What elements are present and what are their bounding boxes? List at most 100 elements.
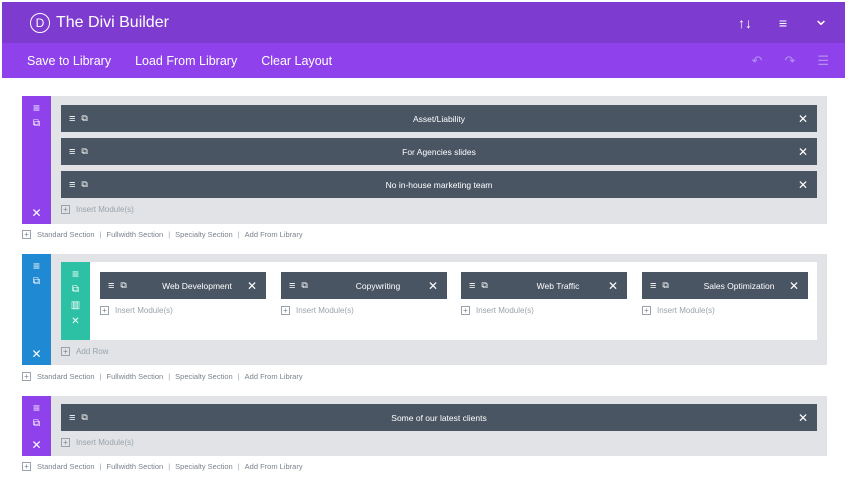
section-handle[interactable]: ≡ ⧉ ✕ xyxy=(22,396,51,456)
insert-modules-button[interactable]: + Insert Module(s) xyxy=(61,205,134,214)
columns-icon[interactable]: ▥ xyxy=(71,300,80,312)
copy-icon[interactable]: ⧉ xyxy=(120,280,126,291)
module-title: Copywriting xyxy=(355,280,401,291)
insert-modules-label: Insert Module(s) xyxy=(76,205,134,214)
hamburger-icon[interactable]: ≡ xyxy=(289,280,295,292)
specialty-section-link[interactable]: Specialty Section xyxy=(175,230,233,239)
close-icon[interactable]: ✕ xyxy=(31,206,41,220)
builder-toolbar: Save to Library Load From Library Clear … xyxy=(2,43,845,78)
insert-modules-button[interactable]: + Insert Module(s) xyxy=(642,306,715,315)
add-from-library-link[interactable]: Add From Library xyxy=(245,372,303,381)
module-title: Web Development xyxy=(162,280,232,291)
module-title: Some of our latest clients xyxy=(391,412,487,423)
module-bar[interactable]: ≡ ⧉ Web Development ✕ xyxy=(100,272,266,299)
insert-modules-button[interactable]: + Insert Module(s) xyxy=(61,438,134,447)
copy-icon[interactable]: ⧉ xyxy=(481,280,487,291)
insert-modules-button[interactable]: + Insert Module(s) xyxy=(281,306,354,315)
hamburger-icon[interactable]: ≡ xyxy=(469,280,475,292)
hamburger-icon[interactable]: ≡ xyxy=(69,412,75,424)
standard-section-link[interactable]: Standard Section xyxy=(37,372,95,381)
specialty-section-link[interactable]: Specialty Section xyxy=(175,372,233,381)
section-links: + Standard Section | Fullwidth Section |… xyxy=(22,372,303,381)
plus-icon: + xyxy=(461,306,470,315)
copy-icon[interactable]: ⧉ xyxy=(33,118,40,130)
insert-modules-button[interactable]: + Insert Module(s) xyxy=(461,306,534,315)
close-icon[interactable]: ✕ xyxy=(71,316,79,328)
hamburger-icon[interactable]: ≡ xyxy=(69,179,75,191)
copy-icon[interactable]: ⧉ xyxy=(33,418,40,430)
copy-icon[interactable]: ⧉ xyxy=(81,179,87,190)
section-handle[interactable]: ≡ ⧉ ✕ xyxy=(22,96,51,224)
hamburger-icon[interactable]: ≡ xyxy=(33,260,40,272)
row: ≡ ⧉ ▥ ✕ ≡ ⧉ Web Development ✕ ≡ ⧉ Copywr… xyxy=(61,262,817,340)
module-title: Web Traffic xyxy=(536,280,580,291)
menu-icon[interactable]: ≡ xyxy=(775,15,791,31)
insert-modules-label: Insert Module(s) xyxy=(476,306,534,315)
close-icon[interactable]: ✕ xyxy=(247,279,257,293)
history-icon[interactable]: ☰ xyxy=(817,53,829,69)
plus-icon: + xyxy=(22,372,31,381)
specialty-section-link[interactable]: Specialty Section xyxy=(175,462,233,471)
plus-icon: + xyxy=(61,347,70,356)
copy-icon[interactable]: ⧉ xyxy=(662,280,668,291)
insert-modules-button[interactable]: + Insert Module(s) xyxy=(100,306,173,315)
sort-icon[interactable]: ↑↓ xyxy=(737,15,753,31)
plus-icon: + xyxy=(281,306,290,315)
row-handle[interactable]: ≡ ⧉ ▥ ✕ xyxy=(61,262,90,340)
clear-layout-button[interactable]: Clear Layout xyxy=(261,54,332,68)
copy-icon[interactable]: ⧉ xyxy=(301,280,307,291)
copy-icon[interactable]: ⧉ xyxy=(81,146,87,157)
save-to-library-button[interactable]: Save to Library xyxy=(27,54,111,68)
add-row-button[interactable]: + Add Row xyxy=(61,347,108,356)
close-icon[interactable]: ✕ xyxy=(31,438,41,452)
fullwidth-section-link[interactable]: Fullwidth Section xyxy=(107,372,164,381)
close-icon[interactable]: ✕ xyxy=(798,178,808,192)
fullwidth-section-link[interactable]: Fullwidth Section xyxy=(107,462,164,471)
load-from-library-button[interactable]: Load From Library xyxy=(135,54,237,68)
module-bar[interactable]: ≡ ⧉ Web Traffic ✕ xyxy=(461,272,627,299)
hamburger-icon[interactable]: ≡ xyxy=(69,113,75,125)
hamburger-icon[interactable]: ≡ xyxy=(650,280,656,292)
module-bar[interactable]: ≡ ⧉ Some of our latest clients ✕ xyxy=(61,404,817,431)
close-icon[interactable]: ✕ xyxy=(608,279,618,293)
module-bar[interactable]: ≡ ⧉ Sales Optimization ✕ xyxy=(642,272,808,299)
copy-icon[interactable]: ⧉ xyxy=(72,284,79,296)
divi-logo-icon: D xyxy=(30,12,50,33)
hamburger-icon[interactable]: ≡ xyxy=(33,102,40,114)
module-title: Asset/Liability xyxy=(413,113,465,124)
module-bar[interactable]: ≡ ⧉ No in-house marketing team ✕ xyxy=(61,171,817,198)
fullwidth-section-link[interactable]: Fullwidth Section xyxy=(107,230,164,239)
copy-icon[interactable]: ⧉ xyxy=(81,113,87,124)
close-icon[interactable]: ✕ xyxy=(789,279,799,293)
plus-icon: + xyxy=(642,306,651,315)
module-bar[interactable]: ≡ ⧉ Asset/Liability ✕ xyxy=(61,105,817,132)
hamburger-icon[interactable]: ≡ xyxy=(108,280,114,292)
hamburger-icon[interactable]: ≡ xyxy=(72,268,79,280)
close-icon[interactable]: ✕ xyxy=(798,411,808,425)
standard-section-link[interactable]: Standard Section xyxy=(37,462,95,471)
close-icon[interactable]: ✕ xyxy=(428,279,438,293)
hamburger-icon[interactable]: ≡ xyxy=(33,402,40,414)
plus-icon: + xyxy=(100,306,109,315)
module-bar[interactable]: ≡ ⧉ For Agencies slides ✕ xyxy=(61,138,817,165)
section-2: ≡ ⧉ ✕ ≡ ⧉ ▥ ✕ ≡ ⧉ Web Development ✕ ≡ ⧉ … xyxy=(22,254,827,365)
add-from-library-link[interactable]: Add From Library xyxy=(245,230,303,239)
standard-section-link[interactable]: Standard Section xyxy=(37,230,95,239)
app-title: The Divi Builder xyxy=(56,13,169,31)
hamburger-icon[interactable]: ≡ xyxy=(69,146,75,158)
copy-icon[interactable]: ⧉ xyxy=(33,276,40,288)
add-from-library-link[interactable]: Add From Library xyxy=(245,462,303,471)
chevron-down-icon[interactable]: ⌄ xyxy=(813,9,829,30)
redo-icon[interactable]: ↷ xyxy=(784,53,795,69)
close-icon[interactable]: ✕ xyxy=(798,145,808,159)
module-title: No in-house marketing team xyxy=(385,179,493,190)
module-bar[interactable]: ≡ ⧉ Copywriting ✕ xyxy=(281,272,447,299)
close-icon[interactable]: ✕ xyxy=(31,347,41,361)
undo-icon[interactable]: ↶ xyxy=(752,53,763,69)
close-icon[interactable]: ✕ xyxy=(798,112,808,126)
section-links: + Standard Section | Fullwidth Section |… xyxy=(22,230,303,239)
module-title: Sales Optimization xyxy=(703,280,775,291)
module-title: For Agencies slides xyxy=(402,146,476,157)
section-handle[interactable]: ≡ ⧉ ✕ xyxy=(22,254,51,365)
copy-icon[interactable]: ⧉ xyxy=(81,412,87,423)
